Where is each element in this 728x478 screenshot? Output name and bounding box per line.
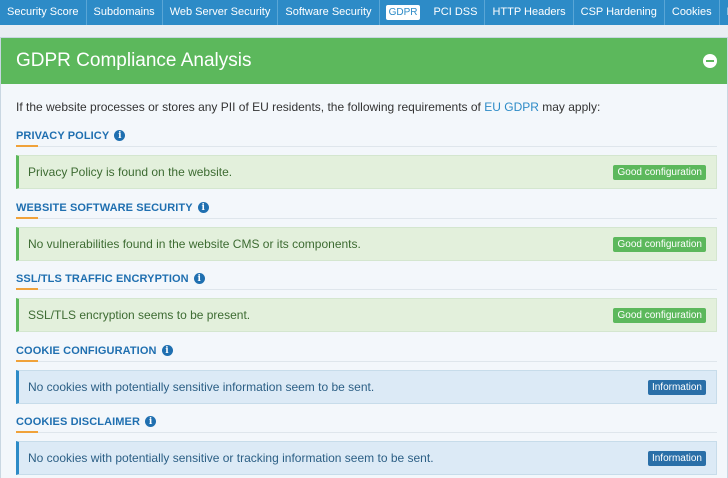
result-text: No vulnerabilities found in the website …: [28, 237, 361, 251]
info-circle-icon[interactable]: i: [114, 130, 126, 141]
result-box: No vulnerabilities found in the website …: [16, 227, 717, 261]
section-title: PRIVACY POLICY: [16, 129, 110, 142]
minus-circle-icon[interactable]: [703, 54, 717, 68]
nav-tab-cookies[interactable]: Cookies: [665, 0, 720, 25]
status-badge: Good configuration: [613, 307, 706, 323]
result-text: SSL/TLS encryption seems to be present.: [28, 308, 251, 322]
section-cookies-disclaimer: COOKIES DISCLAIMER i No cookies with pot…: [16, 411, 717, 475]
nav-tab-pci-dss[interactable]: PCI DSS: [426, 0, 486, 25]
top-nav: Security Score Subdomains Web Server Sec…: [0, 0, 728, 25]
result-box: SSL/TLS encryption seems to be present. …: [16, 298, 717, 332]
result-box: No cookies with potentially sensitive in…: [16, 370, 717, 404]
info-circle-icon[interactable]: i: [197, 202, 209, 213]
section-title: WEBSITE SOFTWARE SECURITY: [16, 201, 193, 214]
section-title: COOKIES DISCLAIMER: [16, 415, 141, 428]
section-header: COOKIES DISCLAIMER i: [16, 411, 717, 433]
nav-tab-external-content[interactable]: External Content: [720, 0, 728, 25]
intro-text-before: If the website processes or stores any P…: [16, 100, 485, 114]
section-privacy-policy: PRIVACY POLICY i Privacy Policy is found…: [16, 125, 717, 189]
section-cookie-configuration: COOKIE CONFIGURATION i No cookies with p…: [16, 340, 717, 404]
panel-title: GDPR Compliance Analysis: [16, 50, 252, 71]
nav-tab-security-score[interactable]: Security Score: [0, 0, 87, 25]
nav-tab-software-security[interactable]: Software Security: [278, 0, 380, 25]
nav-tab-subdomains[interactable]: Subdomains: [87, 0, 163, 25]
result-box: Privacy Policy is found on the website. …: [16, 155, 717, 189]
section-header: PRIVACY POLICY i: [16, 125, 717, 147]
status-badge: Good configuration: [613, 164, 706, 180]
section-header: WEBSITE SOFTWARE SECURITY i: [16, 197, 717, 219]
intro-text-after: may apply:: [538, 100, 601, 114]
result-text: No cookies with potentially sensitive or…: [28, 451, 434, 465]
section-ssl-tls-encryption: SSL/TLS TRAFFIC ENCRYPTION i SSL/TLS enc…: [16, 268, 717, 332]
section-title: SSL/TLS TRAFFIC ENCRYPTION: [16, 272, 189, 285]
section-header: COOKIE CONFIGURATION i: [16, 340, 717, 362]
section-title: COOKIE CONFIGURATION: [16, 344, 157, 357]
gdpr-panel: GDPR Compliance Analysis If the website …: [0, 37, 728, 478]
info-circle-icon[interactable]: i: [145, 416, 157, 427]
section-header: SSL/TLS TRAFFIC ENCRYPTION i: [16, 268, 717, 290]
info-circle-icon[interactable]: i: [161, 345, 173, 356]
nav-tab-csp-hardening[interactable]: CSP Hardening: [574, 0, 665, 25]
info-circle-icon[interactable]: i: [193, 273, 205, 284]
panel-header: GDPR Compliance Analysis: [1, 38, 727, 84]
nav-tab-gdpr-label: GDPR: [385, 5, 421, 20]
nav-tab-gdpr[interactable]: GDPR: [385, 0, 421, 25]
result-box: No cookies with potentially sensitive or…: [16, 441, 717, 475]
eu-gdpr-link[interactable]: EU GDPR: [484, 100, 539, 114]
intro-text: If the website processes or stores any P…: [16, 100, 600, 114]
result-text: No cookies with potentially sensitive in…: [28, 380, 375, 394]
status-badge: Good configuration: [613, 236, 706, 252]
nav-tab-http-headers[interactable]: HTTP Headers: [485, 0, 574, 25]
status-badge: Information: [647, 379, 706, 395]
nav-tab-web-server-security[interactable]: Web Server Security: [163, 0, 279, 25]
status-badge: Information: [647, 450, 706, 466]
result-text: Privacy Policy is found on the website.: [28, 165, 233, 179]
section-website-software-security: WEBSITE SOFTWARE SECURITY i No vulnerabi…: [16, 197, 717, 261]
